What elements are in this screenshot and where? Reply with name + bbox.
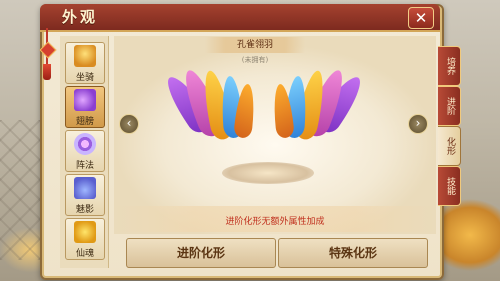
sidebar-item-label: 魅影 [75,205,94,215]
sidebar-item-label: 翅膀 [75,117,94,127]
window-title: 外观 [62,8,99,26]
hint-text: 进阶化形无额外属性加成 [225,217,325,227]
sidebar-item-shadow[interactable]: 魅影 [65,174,105,216]
item-name-banner: 孔雀翎羽 [205,37,305,53]
tab-cultivate[interactable]: 培养 [438,46,461,86]
tab-skills[interactable]: 技能 [438,166,461,206]
tab-transform[interactable]: 化形 [438,126,461,166]
tassel-decoration [39,28,57,80]
mount-icon [74,45,96,67]
shadow-icon [74,177,96,199]
peacock-wing-left [159,62,264,162]
title-bar [40,4,440,32]
sidebar-item-wings[interactable]: 翅膀 [65,86,105,128]
category-sidebar: 坐骑 翅膀 阵法 魅影 仙魂 [60,36,109,268]
sidebar-item-label: 阵法 [75,161,94,171]
sidebar-item-mount[interactable]: 坐骑 [65,42,105,84]
previous-arrow-button[interactable]: ‹ [119,114,139,134]
sidebar-item-label: 坐骑 [75,73,94,83]
display-pedestal [222,162,314,184]
advance-transform-button[interactable]: 进阶化形 [126,238,276,268]
close-button[interactable]: ✕ [408,7,434,29]
spirit-icon [74,221,96,243]
peacock-wing-right [264,62,369,162]
sidebar-item-array[interactable]: 阵法 [65,130,105,172]
right-tab-bar: 培养 进阶 化形 技能 [438,46,461,206]
array-icon [74,133,96,155]
wings-icon [74,89,96,111]
tab-advance[interactable]: 进阶 [438,86,461,126]
sidebar-item-label: 仙魂 [75,249,94,259]
sidebar-item-spirit[interactable]: 仙魂 [65,218,105,260]
special-transform-button[interactable]: 特殊化形 [278,238,428,268]
next-arrow-button[interactable]: › [408,114,428,134]
